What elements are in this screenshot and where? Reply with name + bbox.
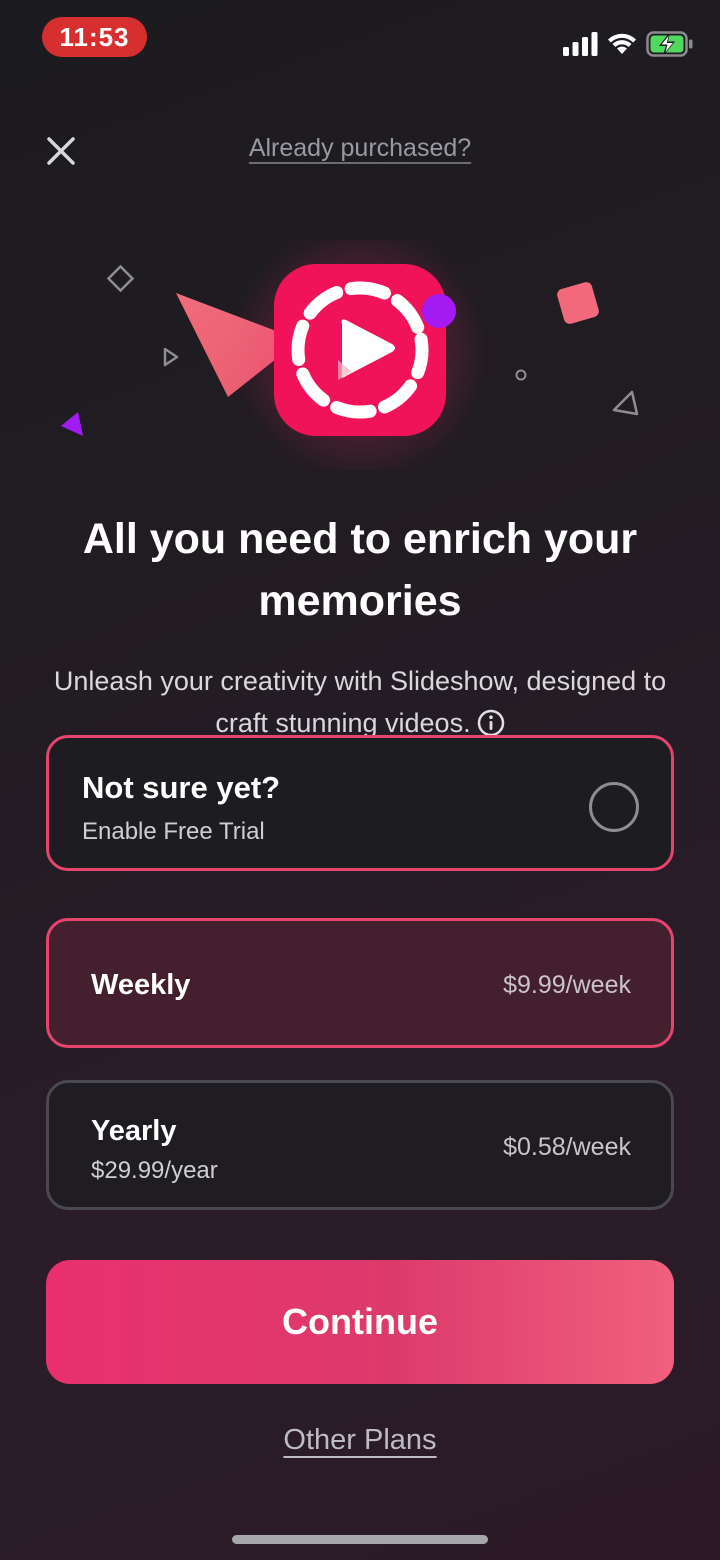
wifi-icon (608, 33, 636, 54)
triangle-outline-icon (612, 390, 639, 416)
info-icon[interactable] (477, 709, 505, 737)
free-trial-subtitle: Enable Free Trial (82, 818, 265, 845)
hero-illustration (61, 240, 639, 470)
free-trial-option[interactable]: Not sure yet? Enable Free Trial (46, 735, 674, 871)
weekly-plan-name: Weekly (91, 969, 191, 1001)
page-title: All you need to enrich your memories (82, 515, 638, 625)
yearly-plan-total: $29.99/year (91, 1157, 218, 1184)
signal-icon (563, 32, 598, 56)
status-time: 11:53 (42, 17, 147, 57)
other-plans-link[interactable]: Other Plans (283, 1424, 436, 1456)
weekly-plan-price: $9.99/week (503, 971, 631, 999)
subtitle-text: Unleash your creativity with Slideshow, … (53, 666, 667, 738)
yearly-plan-price: $0.58/week (503, 1133, 631, 1161)
diamond-outline-icon (106, 264, 135, 293)
free-trial-title: Not sure yet? (82, 770, 281, 805)
already-purchased-row: Already purchased? (0, 134, 720, 163)
free-trial-radio[interactable] (589, 782, 639, 832)
purple-triangle-icon (61, 412, 83, 436)
slideshow-play-icon (274, 264, 446, 436)
already-purchased-link[interactable]: Already purchased? (249, 134, 471, 162)
small-circle-outline-icon (515, 369, 527, 381)
weekly-plan-option[interactable]: Weekly $9.99/week (46, 918, 674, 1048)
home-indicator (232, 1535, 488, 1544)
battery-charging-icon (646, 31, 693, 57)
pink-square-shape (557, 282, 599, 324)
small-play-outline-icon (163, 347, 179, 367)
purple-dot-icon (422, 294, 456, 328)
yearly-plan-name: Yearly (91, 1115, 177, 1147)
page-subtitle: Unleash your creativity with Slideshow, … (40, 660, 680, 744)
continue-button[interactable]: Continue (46, 1260, 674, 1384)
yearly-plan-option[interactable]: Yearly $29.99/year $0.58/week (46, 1080, 674, 1210)
other-plans-row: Other Plans (0, 1424, 720, 1457)
